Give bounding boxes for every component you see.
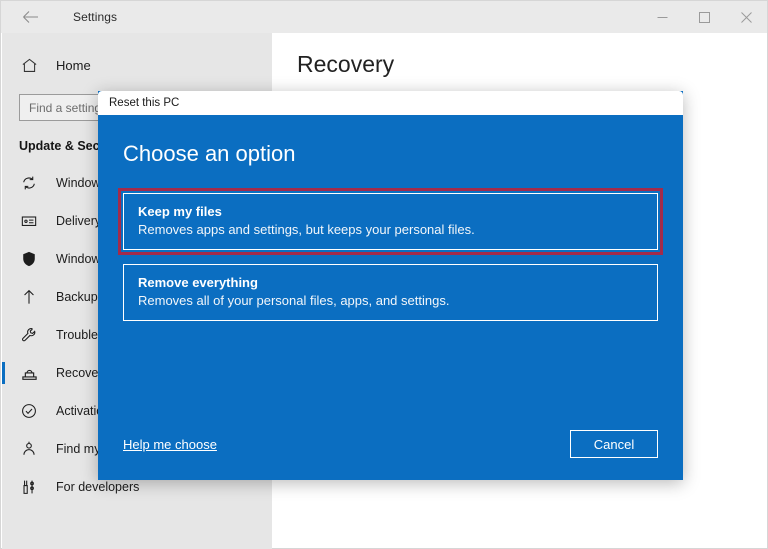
close-icon[interactable] <box>725 1 767 33</box>
back-arrow-icon[interactable] <box>15 2 45 32</box>
recovery-icon <box>16 360 42 386</box>
titlebar-left-group: Settings <box>1 1 117 33</box>
dialog-body: Choose an option Keep my files Removes a… <box>98 115 683 480</box>
app-title: Settings <box>73 10 118 24</box>
sidebar-item-label: Backup <box>56 290 98 304</box>
sidebar-item-label: For developers <box>56 480 140 494</box>
minimize-icon[interactable] <box>641 1 683 33</box>
sidebar-item-home-label: Home <box>56 57 91 73</box>
option-description: Removes apps and settings, but keeps you… <box>138 222 475 237</box>
dialog-title: Reset this PC <box>109 97 180 109</box>
reset-this-pc-dialog: Reset this PC Choose an option Keep my f… <box>98 91 683 480</box>
developer-tools-icon <box>16 474 42 500</box>
home-icon <box>16 52 42 78</box>
dialog-heading: Choose an option <box>123 141 296 166</box>
window-titlebar: Settings <box>1 1 767 33</box>
check-circle-icon <box>16 398 42 424</box>
wrench-icon <box>16 322 42 348</box>
find-device-icon <box>16 436 42 462</box>
delivery-icon <box>16 208 42 234</box>
page-title: Recovery <box>297 51 395 77</box>
help-me-choose-link[interactable]: Help me choose <box>123 437 217 452</box>
window-controls <box>641 1 767 33</box>
option-title: Remove everything <box>138 275 258 290</box>
screenshot-root: Settings Home Find a setting Update & Se… <box>0 0 768 549</box>
option-list: Keep my files Removes apps and settings,… <box>118 188 663 321</box>
sidebar-item-home[interactable]: Home <box>2 48 272 82</box>
cancel-button[interactable]: Cancel <box>570 430 658 458</box>
selection-indicator <box>2 362 5 384</box>
dialog-footer: Help me choose Cancel <box>123 430 658 458</box>
sync-icon <box>16 170 42 196</box>
settings-window: Settings Home Find a setting Update & Se… <box>0 0 768 549</box>
option-description: Removes all of your personal files, apps… <box>138 293 450 308</box>
option-remove-everything[interactable]: Remove everything Removes all of your pe… <box>123 264 658 321</box>
upload-arrow-icon <box>16 284 42 310</box>
option-title: Keep my files <box>138 204 222 219</box>
dialog-titlebar: Reset this PC <box>98 91 683 115</box>
option-keep-my-files[interactable]: Keep my files Removes apps and settings,… <box>118 188 663 255</box>
maximize-icon[interactable] <box>683 1 725 33</box>
shield-icon <box>16 246 42 272</box>
